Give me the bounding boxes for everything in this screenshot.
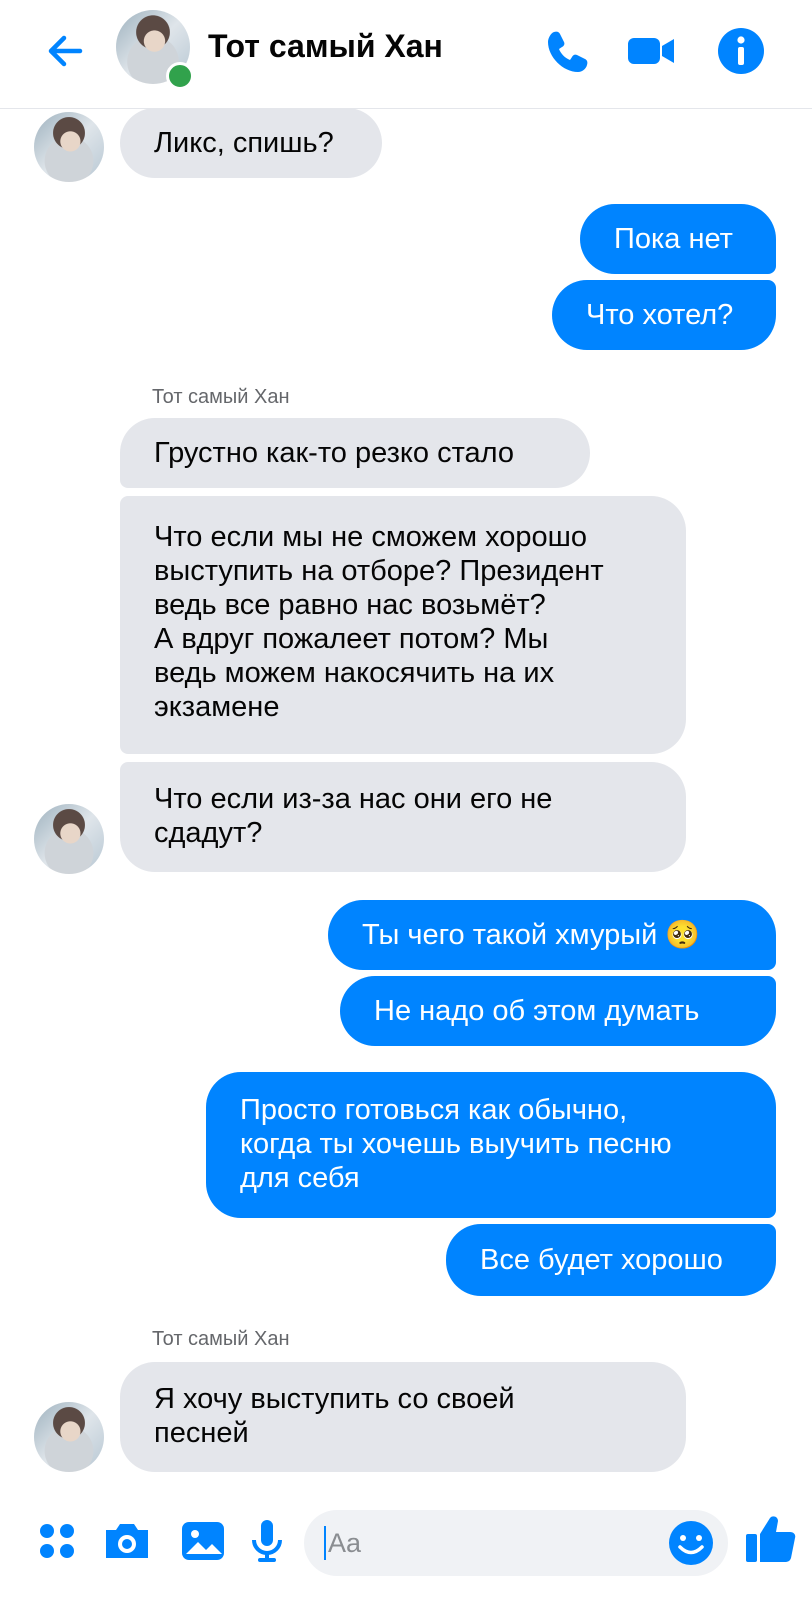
video-camera-icon[interactable] [624,24,678,78]
incoming-message[interactable]: Что если из-за нас они его не сдадут? [120,762,686,872]
sender-avatar[interactable] [34,112,104,182]
chat-header: Тот самый Хан [0,0,812,109]
outgoing-message[interactable]: Не надо об этом думать [340,976,776,1046]
microphone-icon[interactable] [240,1514,294,1568]
text-cursor [324,1526,326,1560]
incoming-message[interactable]: Что если мы не сможем хорошо выступить н… [120,496,686,754]
message-input[interactable]: Aa [304,1510,728,1576]
outgoing-message[interactable]: Что хотел? [552,280,776,350]
apps-icon[interactable] [30,1514,84,1568]
camera-icon[interactable] [100,1514,154,1568]
contact-name[interactable]: Тот самый Хан [208,28,443,65]
outgoing-message[interactable]: Ты чего такой хмурый 🥺 [328,900,776,970]
composer-bar: Aa [0,1488,812,1600]
sender-avatar[interactable] [34,804,104,874]
like-icon[interactable] [740,1508,800,1568]
outgoing-message[interactable]: Просто готовься как обычно, когда ты хоч… [206,1072,776,1218]
online-status-dot [166,62,194,90]
sender-name: Тот самый Хан [152,386,290,408]
incoming-message[interactable]: Я хочу выступить со своей песней [120,1362,686,1472]
message-input-placeholder: Aa [328,1528,362,1558]
sender-avatar[interactable] [34,1402,104,1472]
incoming-message[interactable]: Грустно как-то резко стало [120,418,590,488]
pleading-face-emoji: 🥺 [665,919,701,950]
outgoing-message[interactable]: Пока нет [580,204,776,274]
emoji-icon[interactable] [664,1516,718,1570]
phone-icon[interactable] [540,24,594,78]
message-list[interactable]: Ликс, спишь? Пока нет Что хотел? Тот сам… [0,108,812,1488]
outgoing-message[interactable]: Все будет хорошо [446,1224,776,1296]
info-icon[interactable] [714,24,768,78]
image-icon[interactable] [176,1514,230,1568]
arrow-left-icon[interactable] [40,26,90,76]
sender-name: Тот самый Хан [152,1328,290,1350]
incoming-message[interactable]: Ликс, спишь? [120,108,382,178]
